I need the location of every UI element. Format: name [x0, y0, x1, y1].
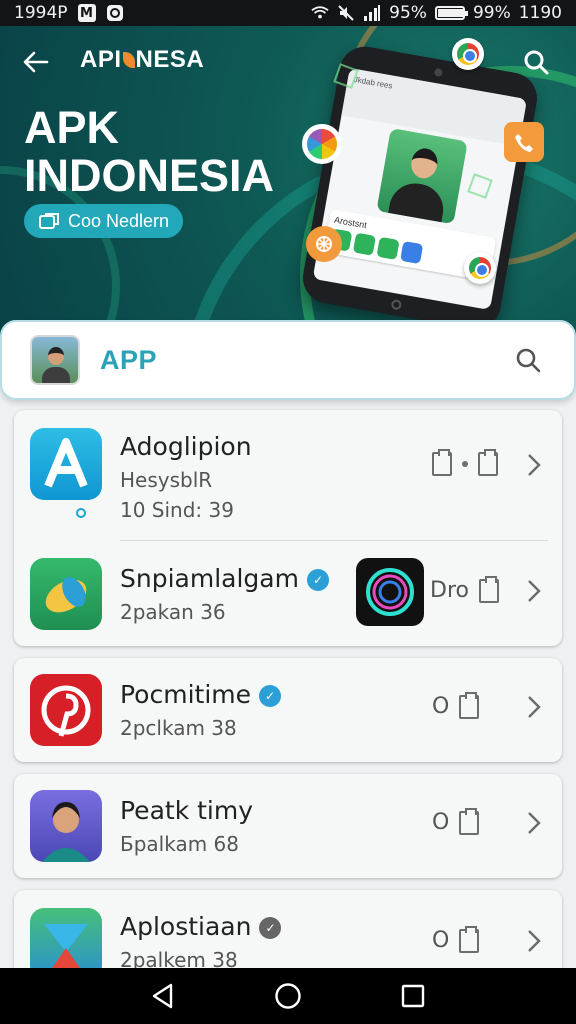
window-icon: [39, 213, 59, 229]
app-meta: 10 Sind: 39: [120, 498, 234, 522]
phone-app-icon: [504, 122, 544, 162]
brand-logo: API NESA: [80, 46, 204, 74]
app-list-card: Adoglipion HesysblR 10 Sind: 39 Snpiamla…: [14, 410, 562, 646]
battery-icon: [434, 6, 468, 20]
clipboard-icon[interactable]: [432, 449, 452, 476]
app-actions[interactable]: [432, 449, 498, 476]
search-button[interactable]: [510, 342, 546, 378]
leaf-icon: [122, 52, 135, 68]
app-name: Adoglipion: [120, 432, 252, 461]
app-subtitle: 2pakan 36: [120, 600, 226, 624]
status-time: 1994P: [14, 3, 68, 23]
arrow-left-icon: [23, 51, 49, 73]
app-subtitle: 2pclkam 38: [120, 716, 237, 740]
chevron-right-icon[interactable]: [522, 450, 546, 480]
sync-icon: [106, 4, 124, 22]
neon-ring-app-icon[interactable]: [356, 558, 424, 626]
phone-header-text: Jkdab rees: [353, 74, 394, 91]
battery-percent-a: 95%: [389, 3, 427, 23]
app-name-text: Pocmitime: [120, 680, 252, 709]
letter-a-icon: [30, 428, 102, 500]
app-actions[interactable]: O: [432, 925, 480, 953]
clipboard-icon[interactable]: [478, 575, 499, 603]
wifi-icon: [311, 4, 329, 22]
app-subtitle: HesysblR: [120, 468, 213, 492]
chevron-right-icon[interactable]: [522, 808, 546, 838]
camera-dot: [433, 67, 443, 78]
divider: [120, 540, 548, 541]
ring-app-icon: [30, 558, 102, 630]
app-name: Pocmitime ✓: [120, 680, 282, 709]
brand-part1: API: [80, 46, 122, 73]
photos-app-icon: [302, 124, 342, 164]
app-actions[interactable]: O: [432, 691, 480, 719]
action-text[interactable]: O: [432, 810, 449, 835]
status-clock: 1190: [518, 3, 562, 23]
list-item[interactable]: Pocmitime ✓ 2pclkam 38 O: [14, 658, 562, 762]
nav-back-button[interactable]: [143, 976, 183, 1016]
hero-title-line1: APK: [24, 102, 120, 153]
clipboard-icon[interactable]: [478, 449, 498, 476]
battery-percent-b: 99%: [472, 3, 511, 23]
verified-badge-icon: ✓: [259, 685, 282, 707]
hero-title-line2: INDONESIA: [24, 150, 275, 201]
action-text[interactable]: Dro: [430, 578, 469, 603]
recents-icon: [402, 984, 425, 1008]
app-name: Peatk timy: [120, 796, 254, 825]
hero-search-button[interactable]: [516, 42, 556, 82]
list-item[interactable]: Peatk timy Бpalkam 68 O: [14, 774, 562, 878]
dot-icon: [462, 461, 468, 467]
hero-banner: API NESA APK INDONESIA Coo Nedlern Jkdab …: [0, 26, 576, 336]
chevron-right-icon[interactable]: [522, 692, 546, 722]
clipboard-icon[interactable]: [459, 807, 480, 835]
app-actions[interactable]: O: [432, 807, 480, 835]
pinterest-icon: [30, 674, 102, 746]
app-actions[interactable]: Dro: [430, 575, 499, 603]
settings-app-icon: [306, 226, 342, 262]
app-name-text: Aplostiaan: [120, 912, 252, 941]
brand-part2: NESA: [135, 46, 205, 73]
hero-title: APK INDONESIA: [24, 104, 274, 200]
hero-cta-button[interactable]: Coo Nedlern: [24, 204, 184, 238]
status-bar: 1994P M 95% 99% 1190: [0, 0, 576, 26]
portrait-icon: [30, 790, 102, 862]
clipboard-icon[interactable]: [459, 691, 480, 719]
back-icon: [152, 983, 172, 1009]
phone-home-button: [390, 298, 403, 311]
back-button[interactable]: [18, 44, 54, 80]
app-name: Aplostiaan ✓: [120, 912, 282, 941]
signal-icon: [363, 4, 381, 22]
chrome-icon: [464, 252, 496, 284]
phone-avatar: [376, 128, 468, 225]
verified-badge-icon: ✓: [306, 569, 329, 591]
chevron-right-icon[interactable]: [522, 926, 546, 956]
notification-icon: M: [77, 4, 96, 22]
list-item[interactable]: Snpiamlalgam ✓ 2pakan 36 Dro: [14, 542, 562, 646]
home-icon: [275, 983, 301, 1009]
action-text[interactable]: O: [432, 694, 449, 719]
list-item[interactable]: Adoglipion HesysblR 10 Sind: 39: [14, 410, 562, 540]
app-name: Snpiamlalgam ✓: [120, 564, 329, 593]
indicator-dot: [76, 508, 86, 518]
chevron-right-icon[interactable]: [522, 576, 546, 606]
mute-icon: [337, 4, 355, 22]
nav-home-button[interactable]: [268, 976, 308, 1016]
chrome-icon: [452, 38, 484, 70]
system-nav-bar: [0, 968, 576, 1024]
action-text[interactable]: O: [432, 928, 449, 953]
hero-cta-label: Coo Nedlern: [68, 210, 170, 231]
search-label: APP: [100, 344, 158, 375]
user-avatar[interactable]: [30, 335, 80, 385]
app-name-text: Snpiamlalgam: [120, 564, 299, 593]
search-icon: [516, 348, 541, 373]
nav-recents-button[interactable]: [393, 976, 433, 1016]
search-bar[interactable]: APP: [0, 320, 576, 400]
clipboard-icon[interactable]: [459, 925, 480, 953]
search-icon: [524, 50, 549, 75]
app-subtitle: Бpalkam 68: [120, 832, 240, 856]
verified-badge-icon: ✓: [259, 917, 282, 939]
